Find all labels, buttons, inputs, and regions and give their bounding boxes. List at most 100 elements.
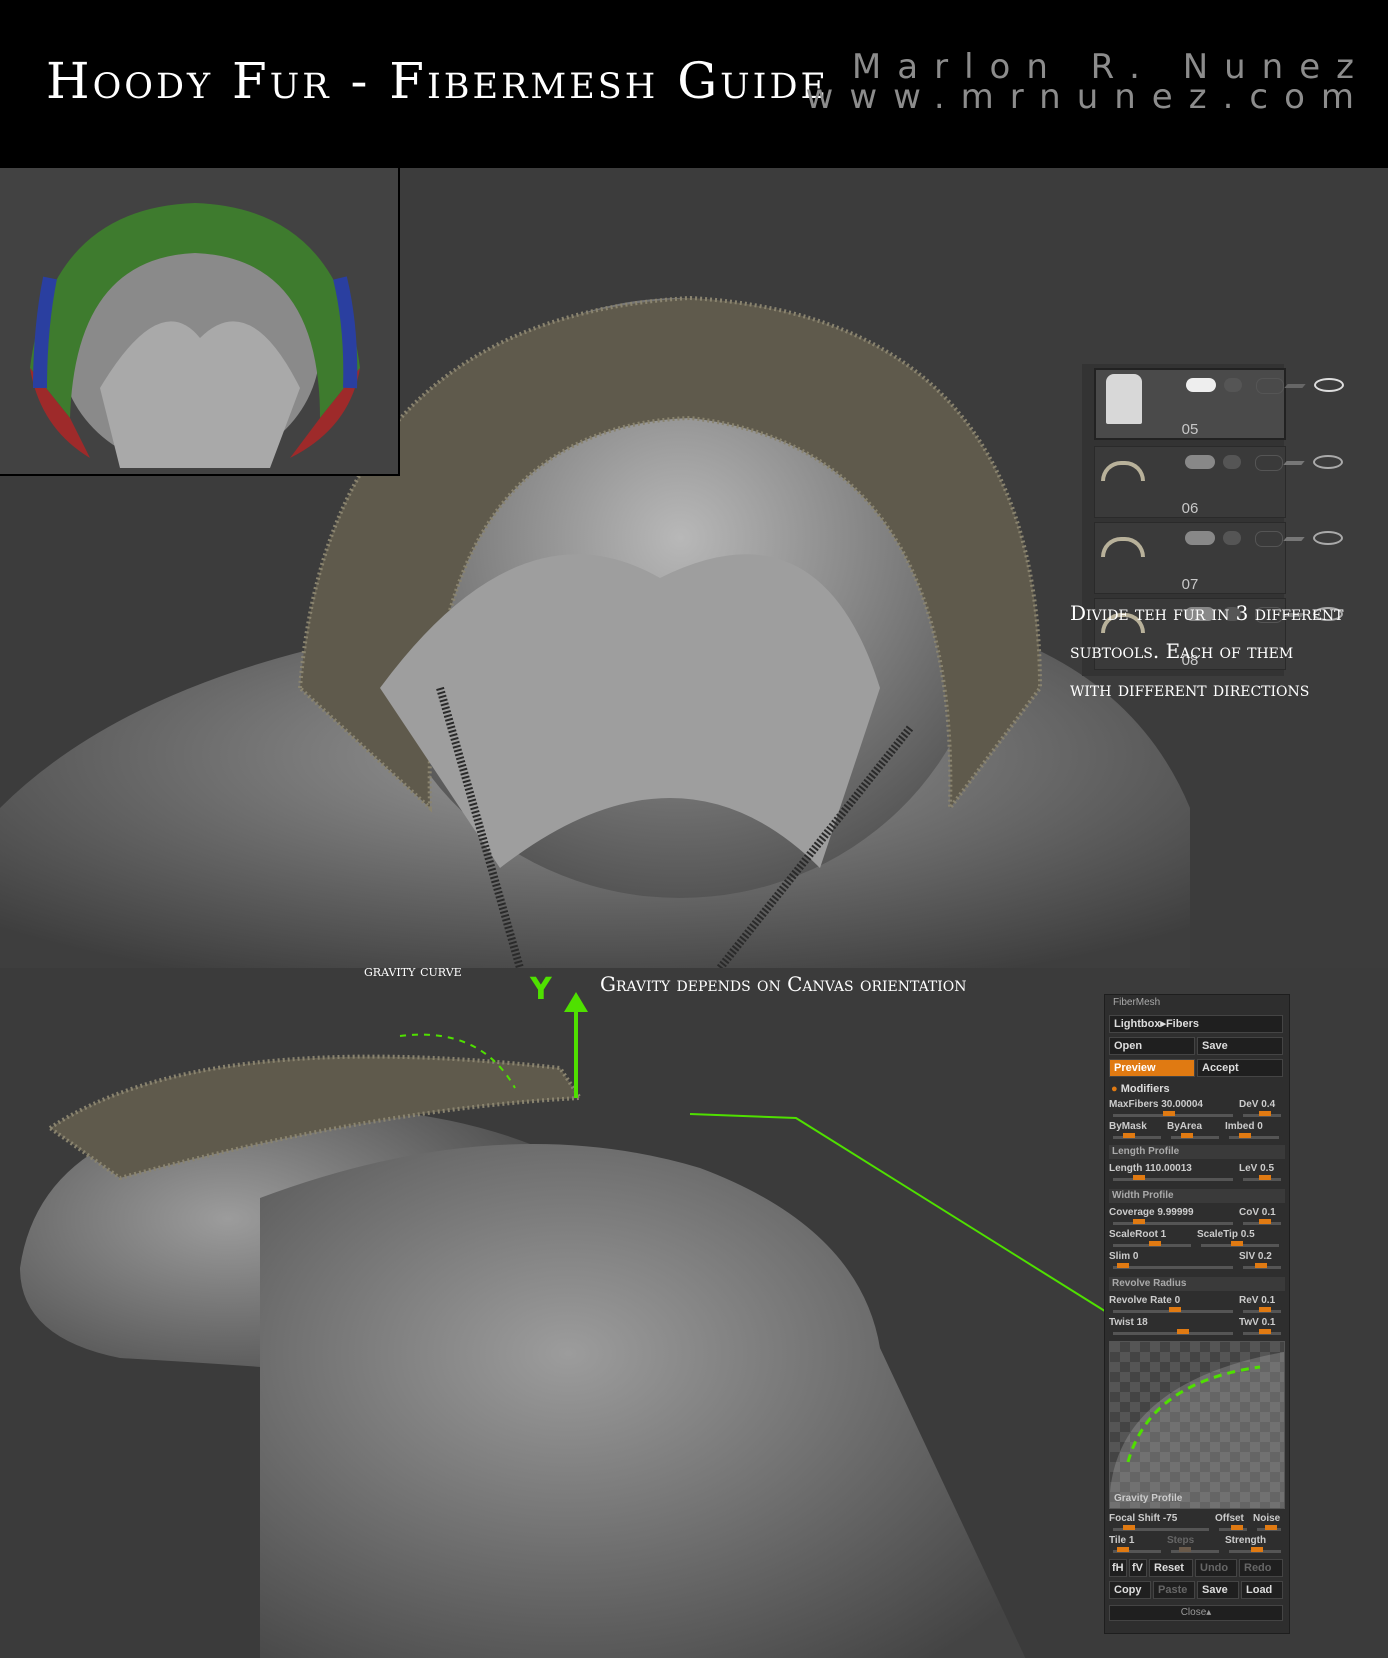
- noise-slider[interactable]: Noise: [1253, 1513, 1285, 1533]
- divide-note: Divide teh fur in 3 different subtools. …: [1070, 594, 1344, 708]
- slider-label: ScaleRoot 1: [1109, 1229, 1167, 1240]
- twist-slider[interactable]: Twist 18: [1109, 1317, 1237, 1337]
- slider-label: Noise: [1253, 1513, 1281, 1524]
- offset-slider[interactable]: Offset: [1215, 1513, 1251, 1533]
- modifiers-header[interactable]: ● Modifiers: [1111, 1083, 1170, 1095]
- gravity-orientation-note: Gravity depends on Canvas orientation: [600, 972, 967, 996]
- revolve-radius-header[interactable]: Revolve Radius: [1109, 1277, 1285, 1291]
- slider-label: CoV 0.1: [1239, 1207, 1276, 1218]
- slider-label: Steps: [1167, 1535, 1195, 1546]
- scaleroot-slider[interactable]: ScaleRoot 1: [1109, 1229, 1195, 1249]
- length-profile-header[interactable]: Length Profile: [1109, 1145, 1285, 1159]
- divide-note-line: with different directions: [1070, 677, 1310, 701]
- paste-button[interactable]: Paste: [1153, 1581, 1195, 1599]
- page-title: Hoody Fur - Fibermesh Guide: [46, 52, 830, 110]
- slim-slider[interactable]: Slim 0: [1109, 1251, 1237, 1271]
- slider-label: Tile 1: [1109, 1535, 1135, 1546]
- polyframe-icon[interactable]: [1224, 378, 1242, 392]
- subtool-label: 05: [1181, 421, 1199, 438]
- strength-slider[interactable]: Strength: [1225, 1535, 1285, 1555]
- imbed-slider[interactable]: Imbed 0: [1225, 1121, 1283, 1141]
- width-profile-header[interactable]: Width Profile: [1109, 1189, 1285, 1203]
- brush-icon[interactable]: [1283, 461, 1305, 465]
- tile-slider[interactable]: Tile 1: [1109, 1535, 1165, 1555]
- redo-button[interactable]: Redo: [1239, 1559, 1283, 1577]
- fibermesh-palette: FiberMesh Lightbox▸Fibers Open Save Prev…: [1104, 994, 1290, 1634]
- save-button[interactable]: Save: [1197, 1037, 1283, 1055]
- reset-button[interactable]: Reset: [1149, 1559, 1193, 1577]
- merge-icon[interactable]: [1255, 455, 1283, 471]
- subtool-thumbnail-icon: [1106, 374, 1142, 424]
- slider-label: Slim 0: [1109, 1251, 1139, 1262]
- lightbox-fibers-button[interactable]: Lightbox▸Fibers: [1109, 1015, 1283, 1033]
- cov-slider[interactable]: CoV 0.1: [1239, 1207, 1285, 1227]
- subtool-item[interactable]: 06: [1094, 446, 1343, 518]
- subtool-label: 07: [1181, 576, 1199, 593]
- revolve-rate-slider[interactable]: Revolve Rate 0: [1109, 1295, 1237, 1315]
- gravity-profile-curve[interactable]: Gravity Profile: [1109, 1341, 1285, 1509]
- close-button[interactable]: Close▴: [1109, 1605, 1283, 1621]
- brush-icon[interactable]: [1283, 537, 1305, 541]
- load-button[interactable]: Load: [1241, 1581, 1283, 1599]
- slider-label: Length 110.00013: [1109, 1163, 1192, 1174]
- y-axis-label: Y: [530, 972, 552, 1007]
- subtool-thumbnail-icon: [1101, 537, 1145, 557]
- top-viewport[interactable]: 05 06 07 08 Divide teh fur in 3 differen…: [0, 168, 1388, 968]
- slider-label: MaxFibers 30.00004: [1109, 1099, 1203, 1110]
- flip-v-button[interactable]: fV: [1129, 1559, 1147, 1577]
- accept-button[interactable]: Accept: [1197, 1059, 1283, 1077]
- author-credit: Marlon R. Nunez www.mrnunez.com: [806, 50, 1370, 114]
- focal-shift-slider[interactable]: Focal Shift -75: [1109, 1513, 1213, 1533]
- slider-label: Strength: [1225, 1535, 1267, 1546]
- polyframe-icon[interactable]: [1223, 455, 1241, 469]
- brush-icon[interactable]: [1284, 384, 1306, 388]
- header-banner: Hoody Fur - Fibermesh Guide Marlon R. Nu…: [0, 0, 1388, 168]
- double-circle-icon[interactable]: [1185, 531, 1215, 545]
- slider-label: ReV 0.1: [1239, 1295, 1276, 1306]
- byarea-slider[interactable]: ByArea: [1167, 1121, 1223, 1141]
- slider-label: Imbed 0: [1225, 1121, 1263, 1132]
- dev-slider[interactable]: DeV 0.4: [1239, 1099, 1285, 1119]
- modifiers-label: Modifiers: [1120, 1083, 1170, 1095]
- divide-note-line: Divide teh fur in 3 different: [1070, 601, 1344, 625]
- curve-save-button[interactable]: Save: [1197, 1581, 1239, 1599]
- coverage-slider[interactable]: Coverage 9.99999: [1109, 1207, 1237, 1227]
- slider-label: Revolve Rate 0: [1109, 1295, 1181, 1306]
- steps-slider[interactable]: Steps: [1167, 1535, 1223, 1555]
- copy-button[interactable]: Copy: [1109, 1581, 1151, 1599]
- undo-button[interactable]: Undo: [1195, 1559, 1237, 1577]
- scaletip-slider[interactable]: ScaleTip 0.5: [1197, 1229, 1283, 1249]
- divide-note-line: subtools. Each of them: [1070, 639, 1294, 663]
- slider-label: Coverage 9.99999: [1109, 1207, 1194, 1218]
- maxfibers-slider[interactable]: MaxFibers 30.00004: [1109, 1099, 1237, 1119]
- subtool-thumbnail-icon: [1101, 461, 1145, 481]
- subtool-item[interactable]: 05: [1094, 368, 1344, 440]
- eye-icon[interactable]: [1313, 531, 1343, 545]
- bymask-slider[interactable]: ByMask: [1109, 1121, 1165, 1141]
- polyframe-icon[interactable]: [1223, 531, 1241, 545]
- gravity-profile-label: Gravity Profile: [1114, 1493, 1183, 1504]
- eye-icon[interactable]: [1314, 378, 1344, 392]
- flip-h-button[interactable]: fH: [1109, 1559, 1127, 1577]
- merge-icon[interactable]: [1256, 378, 1284, 394]
- slv-slider[interactable]: SlV 0.2: [1239, 1251, 1285, 1271]
- slider-label: ByArea: [1167, 1121, 1203, 1132]
- merge-icon[interactable]: [1255, 531, 1283, 547]
- open-button[interactable]: Open: [1109, 1037, 1195, 1055]
- subtool-label: 06: [1181, 500, 1199, 517]
- lev-slider[interactable]: LeV 0.5: [1239, 1163, 1285, 1183]
- double-circle-icon[interactable]: [1185, 455, 1215, 469]
- rev-slider[interactable]: ReV 0.1: [1239, 1295, 1285, 1315]
- inset-direction-view: [0, 168, 400, 476]
- twv-slider[interactable]: TwV 0.1: [1239, 1317, 1285, 1337]
- slider-label: TwV 0.1: [1239, 1317, 1276, 1328]
- subtool-item[interactable]: 07: [1094, 522, 1343, 594]
- fibermesh-title: FiberMesh: [1113, 997, 1161, 1008]
- eye-icon[interactable]: [1313, 455, 1343, 469]
- slider-label: Twist 18: [1109, 1317, 1148, 1328]
- gravity-arrow-head: [564, 992, 588, 1012]
- length-slider[interactable]: Length 110.00013: [1109, 1163, 1237, 1183]
- jacket-shoulder: [260, 1144, 1026, 1658]
- preview-button[interactable]: Preview: [1109, 1059, 1195, 1077]
- double-circle-icon[interactable]: [1186, 378, 1216, 392]
